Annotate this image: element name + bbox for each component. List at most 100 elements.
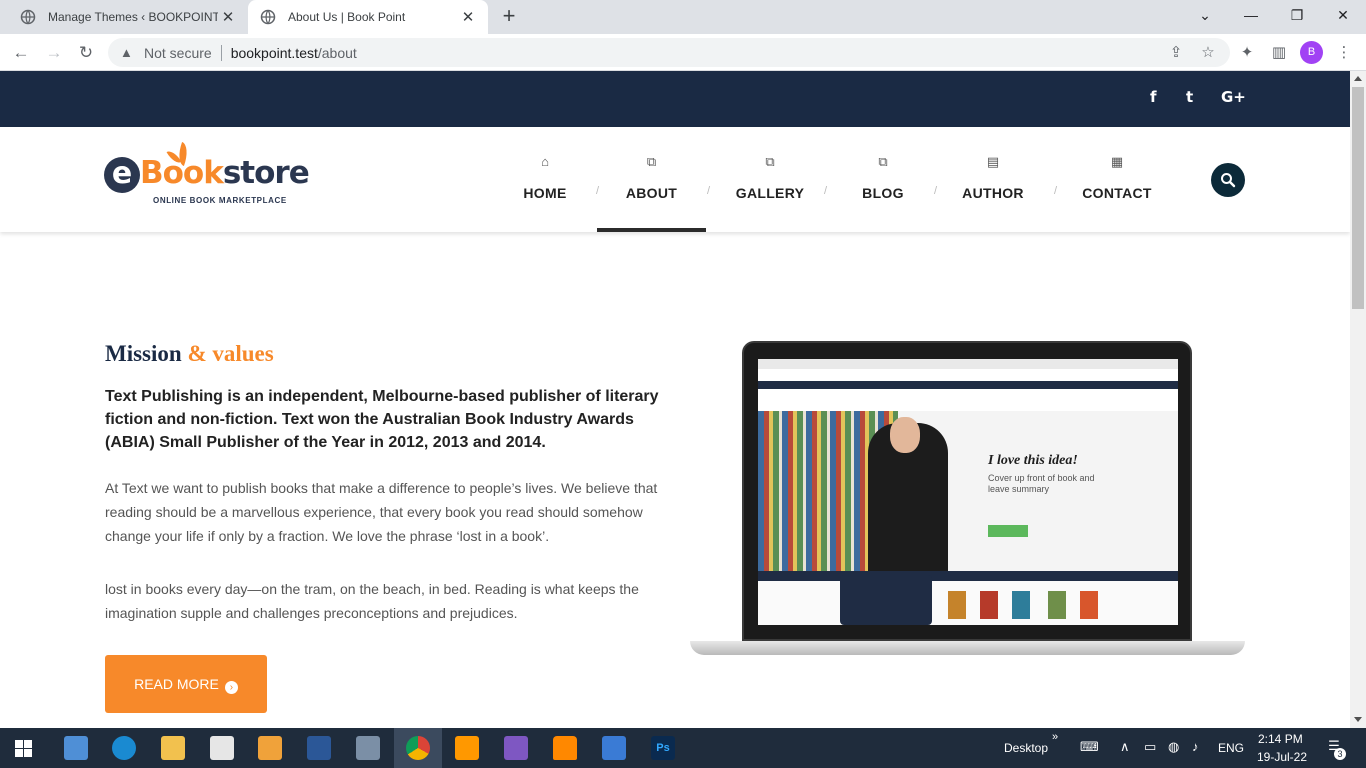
twitter-icon[interactable]: t (1186, 88, 1193, 106)
site-logo[interactable]: e Bookstore ONLINE BOOK MARKETPLACE (104, 141, 310, 211)
site-header: e Bookstore ONLINE BOOK MARKETPLACE ⌂ HO… (0, 127, 1350, 232)
nav-label: GALLERY (735, 185, 805, 201)
minimize-icon[interactable]: — (1228, 0, 1274, 30)
volume-icon[interactable]: ♪ (1192, 739, 1199, 754)
logo-e-mark: e (104, 157, 140, 193)
keyboard-icon[interactable]: ⌨ (1080, 739, 1099, 755)
google-plus-icon[interactable]: G+ (1221, 88, 1246, 106)
file-explorer-icon[interactable] (161, 736, 185, 760)
nav-separator: / (1054, 185, 1058, 197)
body-paragraph: lost in books every day—on the tram, on … (105, 581, 639, 621)
nav-blog[interactable]: ⧉ BLOG (850, 127, 916, 232)
nav-author[interactable]: ▤ AUTHOR (953, 127, 1033, 232)
screen-card (840, 575, 932, 625)
search-button[interactable] (1211, 163, 1245, 197)
nav-label: ABOUT (625, 185, 678, 201)
scroll-down-icon[interactable] (1354, 717, 1362, 722)
logo-word-store: store (222, 155, 310, 191)
building-icon: ▦ (1110, 154, 1124, 169)
store-icon[interactable] (210, 736, 234, 760)
heading-accent: & values (187, 341, 274, 366)
laptop-lid: I love this idea! Cover up front of book… (742, 341, 1192, 641)
share-icon[interactable]: ⇪ (1165, 42, 1187, 64)
word-icon[interactable] (307, 736, 331, 760)
page-viewport: f t G+ e Bookstore ONLINE BOOK MARKETPLA… (0, 71, 1350, 728)
book-cover (1080, 591, 1098, 619)
scrollbar[interactable] (1350, 71, 1366, 728)
photoshop-icon[interactable]: Ps (651, 736, 675, 760)
close-icon[interactable]: ✕ (218, 8, 238, 26)
nav-contact[interactable]: ▦ CONTACT (1074, 127, 1160, 232)
read-more-label: READ MORE (134, 676, 219, 692)
screen-band (758, 571, 1178, 581)
url-host: bookpoint.test (230, 44, 318, 61)
security-label: Not secure (144, 44, 212, 61)
tab-title: About Us | Book Point (288, 10, 406, 24)
scroll-up-icon[interactable] (1354, 76, 1362, 81)
vlc-icon[interactable] (553, 736, 577, 760)
show-hidden-icons[interactable]: ∧ (1120, 739, 1130, 755)
toolbar-expand-icon[interactable]: » (1052, 731, 1058, 743)
read-more-button[interactable]: READ MORE › (105, 655, 267, 713)
scrollbar-thumb[interactable] (1352, 87, 1364, 309)
desktop-toolbar-label[interactable]: Desktop (1004, 741, 1048, 755)
side-panel-icon[interactable]: ▥ (1268, 42, 1290, 64)
extensions-icon[interactable]: ✦ (1236, 42, 1258, 64)
nav-label: AUTHOR (962, 185, 1024, 201)
window-close-icon[interactable]: ✕ (1320, 0, 1366, 30)
warning-icon: ▲ (120, 45, 133, 60)
nav-gallery[interactable]: ⧉ GALLERY (726, 127, 814, 232)
divider (220, 44, 222, 61)
nav-separator: / (934, 185, 938, 197)
edge-icon[interactable] (112, 736, 136, 760)
windows-start-icon[interactable] (15, 740, 32, 757)
copy-icon: ⧉ (878, 154, 888, 169)
new-tab-button[interactable]: + (496, 4, 522, 30)
screen-hero: I love this idea! Cover up front of book… (758, 411, 1178, 571)
chrome-icon[interactable] (406, 736, 430, 760)
screen-topbar (758, 381, 1178, 389)
remote-desktop-icon[interactable] (602, 736, 626, 760)
clock-date[interactable]: 19-Jul-22 (1257, 750, 1307, 764)
tab-about-us[interactable]: About Us | Book Point ✕ (248, 0, 488, 34)
screen-subtext: Cover up front of book and leave summary (988, 473, 1095, 494)
screen-browser-bar (758, 359, 1178, 369)
tab-search-icon[interactable]: ⌄ (1182, 0, 1228, 30)
body-paragraph: At Text we want to publish books that ma… (105, 480, 658, 544)
media-player-icon[interactable] (258, 736, 282, 760)
globe-icon (20, 9, 36, 25)
avatar[interactable]: B (1300, 41, 1323, 64)
clock-time[interactable]: 2:14 PM (1258, 732, 1303, 746)
tab-manage-themes[interactable]: Manage Themes ‹ BOOKPOINT — ✕ (0, 0, 248, 34)
heading-main: Mission (105, 341, 182, 366)
network-icon[interactable]: ◍ (1168, 739, 1179, 755)
section-heading: Mission & values (105, 341, 274, 367)
computer-management-icon[interactable] (356, 736, 380, 760)
file-icon: ▤ (986, 154, 1000, 169)
language-indicator[interactable]: ENG (1218, 741, 1244, 755)
forward-icon[interactable]: → (41, 40, 67, 66)
search-icon (1221, 173, 1236, 188)
close-icon[interactable]: ✕ (458, 8, 478, 26)
bookmark-star-icon[interactable]: ☆ (1197, 42, 1219, 64)
facebook-icon[interactable]: f (1150, 88, 1157, 106)
back-icon[interactable]: ← (8, 40, 34, 66)
menu-icon[interactable]: ⋮ (1333, 42, 1355, 64)
reload-icon[interactable]: ↻ (73, 40, 99, 66)
globe-icon (260, 9, 276, 25)
winrar-icon[interactable] (504, 736, 528, 760)
url-path: /about (317, 44, 357, 61)
battery-icon[interactable]: ▭ (1144, 739, 1156, 755)
maximize-icon[interactable]: ❐ (1274, 0, 1320, 30)
arrow-right-icon: › (224, 681, 238, 694)
sublime-text-icon[interactable] (455, 736, 479, 760)
active-indicator (597, 228, 706, 232)
this-pc-icon[interactable] (64, 736, 88, 760)
top-bar: f t G+ (0, 71, 1350, 127)
nav-home[interactable]: ⌂ HOME (512, 127, 578, 232)
taskbar: Ps Desktop » ⌨ ∧ ▭ ◍ ♪ ENG 2:14 PM 19-Ju… (0, 728, 1366, 768)
screen-button (988, 525, 1028, 537)
nav-separator: / (824, 185, 828, 197)
address-bar[interactable]: ▲ Not secure bookpoint.test/about (108, 38, 1230, 67)
nav-about[interactable]: ⧉ ABOUT (597, 127, 706, 232)
